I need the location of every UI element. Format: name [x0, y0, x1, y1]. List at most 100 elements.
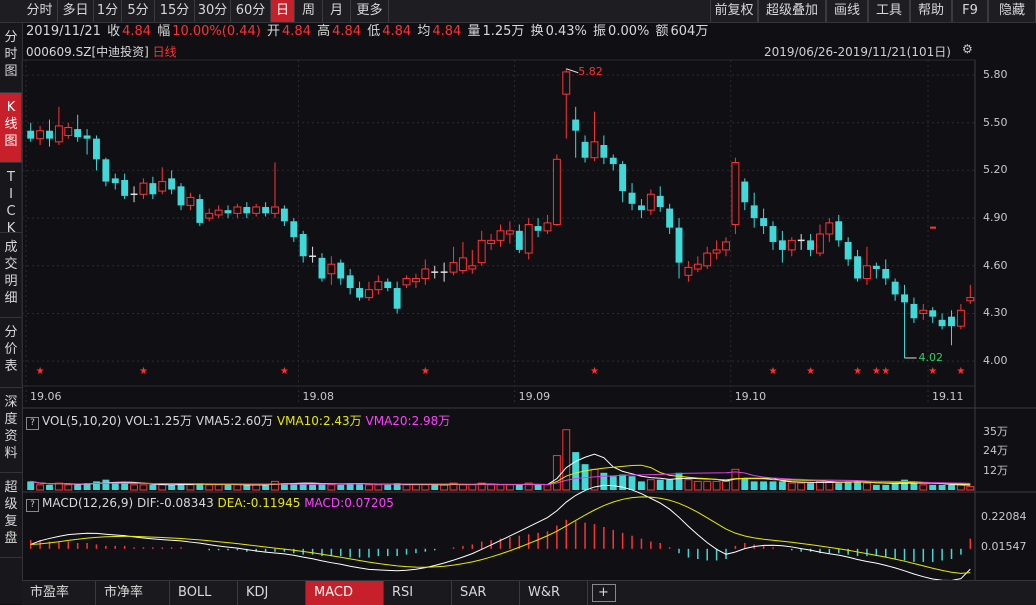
candle-body [280, 208, 288, 222]
candle-body [36, 130, 45, 140]
candle-body [74, 129, 82, 138]
candle-body [919, 309, 928, 314]
candle-body [628, 192, 636, 204]
volume-bar [684, 479, 693, 491]
volume-bar [675, 472, 683, 490]
indicator-tab-7[interactable]: W&R [520, 581, 588, 605]
indicator-tab-3[interactable]: KDJ [238, 581, 306, 605]
candle-body [318, 257, 326, 279]
signal-star: ★ [928, 366, 937, 377]
signal-star: ★ [806, 366, 815, 377]
candle-body [505, 230, 514, 235]
candle-body [882, 268, 890, 279]
volume-bar [262, 484, 270, 490]
candle-body [854, 256, 861, 279]
dif-value: DIF:-0.08343 [136, 496, 214, 510]
volume-bar [224, 484, 232, 490]
date-tick-2: 19.09 [518, 390, 551, 403]
dea-value: DEA:-0.11945 [217, 496, 301, 510]
candle-body [844, 241, 852, 260]
volume-bar [496, 484, 505, 491]
indicator-tab-1[interactable]: 市净率 [96, 581, 170, 605]
volume-bar [468, 484, 477, 491]
volume-bar [872, 484, 880, 490]
volume-bar [74, 484, 82, 490]
volume-bar [703, 480, 712, 491]
volume-bar [750, 481, 758, 490]
volume-bar [534, 484, 542, 490]
macd-title: MACD(12,26,9) [42, 496, 134, 510]
volume-bar [600, 472, 608, 490]
volume-bar [102, 479, 110, 490]
candle-body [741, 181, 749, 203]
candle-body [496, 230, 505, 241]
candle-body [337, 262, 345, 279]
vma20-value: VMA20:2.98万 [365, 414, 451, 428]
candle-body [243, 206, 251, 214]
date-tick-0: 19.06 [30, 390, 62, 403]
vol-tick-1: 24万 [983, 443, 1008, 457]
candle-body [684, 266, 693, 276]
indicator-tab-6[interactable]: SAR [452, 581, 520, 605]
vol-tick-2: 12万 [983, 464, 1008, 478]
indicator-tab-2[interactable]: BOLL [170, 581, 238, 605]
candle-body [590, 141, 599, 159]
indicator-tab-4[interactable]: MACD [306, 581, 384, 605]
macd-help-icon[interactable]: ? [26, 499, 39, 512]
candle-body [205, 212, 214, 219]
candle-body [524, 223, 533, 254]
candle-body [901, 294, 908, 303]
vol-help-icon[interactable]: ? [26, 417, 39, 430]
volume-bar [552, 455, 561, 491]
signal-star: ★ [139, 366, 148, 377]
candle-body [299, 234, 307, 257]
indicator-tab-5[interactable]: RSI [384, 581, 452, 605]
candle-body [552, 158, 561, 225]
candle-body [327, 263, 336, 275]
candle-body [787, 239, 796, 251]
candle-body [214, 209, 223, 216]
candle-body [196, 199, 204, 223]
indicator-tab-8[interactable]: + [592, 584, 616, 602]
volume-bar [656, 479, 664, 490]
candle-body [637, 205, 645, 211]
volume-bar [882, 484, 890, 490]
candle-body [948, 316, 955, 327]
volume-bar [854, 481, 861, 490]
candle-body [609, 157, 617, 165]
volume-bar [186, 484, 195, 491]
candle-body [374, 281, 383, 291]
volume-bar [431, 484, 439, 490]
volume-bar [93, 481, 100, 490]
price-tick-5: 4.30 [983, 306, 1008, 320]
signal-star: ★ [421, 366, 430, 377]
candle-body [149, 183, 157, 195]
indicator-tab-0[interactable]: 市盈率 [22, 581, 96, 605]
volume-bar [956, 484, 965, 491]
candle-body [835, 221, 843, 241]
candle-body [290, 221, 298, 238]
volume-bar [797, 482, 806, 491]
volume-bar [168, 484, 176, 490]
volume-bar [948, 484, 955, 490]
candle-body [271, 206, 279, 214]
candle-body [956, 309, 965, 327]
candle-body [468, 265, 477, 270]
volume-bar [769, 481, 777, 490]
candle-body [731, 161, 740, 225]
volume-bar [36, 484, 45, 491]
candle-body [543, 222, 552, 232]
volume-bar [121, 483, 129, 490]
volume-bar [505, 484, 514, 491]
vma5-value: VMA5:2.60万 [195, 414, 274, 428]
candle-body [750, 205, 758, 219]
candle-body [666, 208, 674, 228]
candle-body [515, 230, 523, 250]
volume-bar [214, 484, 223, 491]
candle-body [83, 135, 91, 139]
volume-bar [891, 483, 899, 490]
volume-bar [130, 484, 139, 491]
candle-body [477, 239, 486, 264]
candle-body [675, 227, 683, 263]
signal-star: ★ [872, 366, 881, 377]
